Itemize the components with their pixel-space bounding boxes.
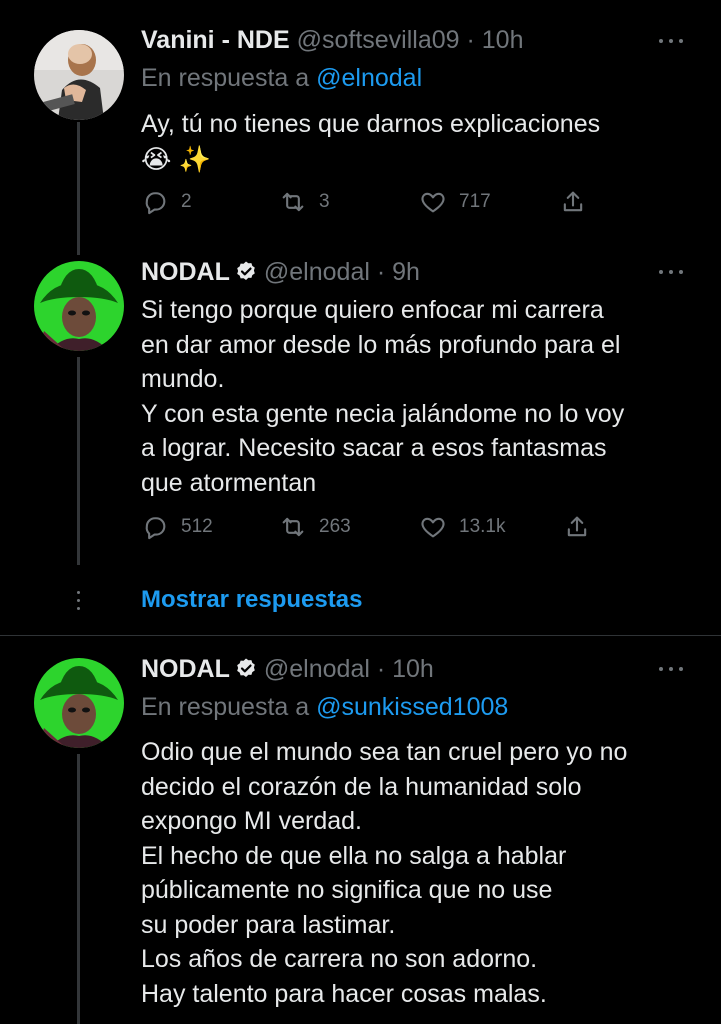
more-options-icon[interactable] [659, 37, 683, 45]
reply-prefix: En respuesta a [141, 693, 310, 721]
retweet-count: 263 [319, 516, 351, 537]
reply-to-link[interactable]: @sunkissed1008 [316, 693, 508, 721]
avatar[interactable] [34, 658, 124, 748]
text-line: decido el corazón de la humanidad solo [141, 772, 582, 801]
emoji-line: 😭 ✨ [141, 143, 211, 174]
heart-icon [421, 192, 445, 213]
reply-context: En respuesta a @sunkissed1008 [141, 692, 508, 722]
share-icon [563, 191, 583, 212]
reply-icon [145, 192, 166, 215]
author-handle-time[interactable]: @elnodal · 9h [264, 258, 420, 286]
reply-button[interactable]: 2 [141, 187, 192, 217]
text-line: mundo. [141, 365, 225, 393]
thread-line [77, 357, 80, 565]
tweet-header: NODAL @elnodal · 9h [141, 257, 420, 287]
like-count: 13.1k [459, 516, 506, 537]
tweet-header: NODAL @elnodal · 10h [141, 654, 434, 684]
avatar-photo [34, 30, 124, 120]
tweet-text: Ay, tú no tienes que darnos explicacione… [141, 107, 701, 176]
retweet-icon [282, 192, 304, 212]
text-line: Los años de carrera no son adorno. [141, 945, 538, 973]
author-name[interactable]: Vanini - NDE [141, 26, 290, 54]
retweet-button[interactable]: 3 [279, 187, 330, 217]
author-name[interactable]: NODAL [141, 655, 230, 683]
avatar[interactable] [34, 30, 124, 120]
show-replies-link[interactable]: Mostrar respuestas [141, 586, 362, 614]
text-line: expongo MI verdad. [141, 807, 362, 835]
avatar-photo [34, 261, 124, 351]
retweet-count: 3 [319, 191, 330, 212]
verified-badge-icon [237, 261, 255, 280]
text-line: El hecho de que ella no salga a hablar [141, 841, 567, 870]
like-button[interactable]: 717 [419, 187, 491, 217]
retweet-icon [282, 517, 304, 537]
text-line: Si tengo porque quiero enfocar mi carrer… [141, 296, 604, 324]
share-button[interactable] [559, 187, 587, 217]
text-line: Odio que el mundo sea tan cruel pero yo … [141, 738, 628, 766]
reply-count: 512 [181, 516, 213, 537]
thread-line [77, 122, 80, 255]
more-options-icon[interactable] [659, 268, 683, 276]
like-button[interactable]: 13.1k [419, 512, 505, 542]
tweet-text: Odio que el mundo sea tan cruel pero yo … [141, 735, 701, 1011]
tweet-separator [0, 635, 721, 636]
share-button[interactable] [563, 512, 591, 542]
reply-button[interactable]: 512 [141, 512, 213, 542]
reply-count: 2 [181, 191, 192, 212]
verified-badge-icon [237, 658, 255, 677]
reply-icon [145, 517, 166, 540]
text-line: su poder para lastimar. [141, 910, 396, 939]
avatar[interactable] [34, 261, 124, 351]
reply-to-link[interactable]: @elnodal [316, 64, 422, 92]
text-line: Ay, tú no tienes que darnos explicacione… [141, 110, 601, 138]
reply-prefix: En respuesta a [141, 64, 310, 92]
reply-context: En respuesta a @elnodal [141, 63, 422, 93]
text-line: a lograr. Necesito sacar a esos fantasma… [141, 434, 607, 462]
text-line: públicamente no significa que no use [141, 876, 553, 904]
retweet-button[interactable]: 263 [279, 512, 351, 542]
avatar-photo [34, 658, 124, 748]
heart-icon [421, 517, 445, 538]
tweet-text: Si tengo porque quiero enfocar mi carrer… [141, 293, 701, 500]
author-handle-time[interactable]: @softsevilla09 · 10h [297, 26, 524, 54]
thread-line [77, 754, 80, 1024]
text-line: que atormentan [141, 468, 317, 497]
share-icon [567, 516, 587, 537]
author-name[interactable]: NODAL [141, 258, 230, 286]
author-handle-time[interactable]: @elnodal · 10h [264, 655, 434, 683]
thread-continuation-dots [76, 591, 81, 611]
text-line: Hay talento para hacer cosas malas. [141, 979, 547, 1008]
tweet-header: Vanini - NDE @softsevilla09 · 10h [141, 25, 523, 55]
text-line: Y con esta gente necia jalándome no lo v… [141, 399, 625, 428]
like-count: 717 [459, 191, 491, 212]
text-line: en dar amor desde lo más profundo para e… [141, 330, 621, 359]
more-options-icon[interactable] [659, 665, 683, 673]
